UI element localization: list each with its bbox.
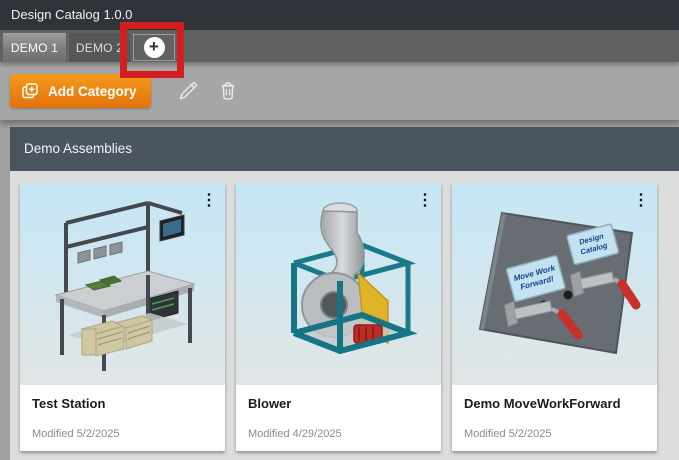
panel-header: Demo Assemblies	[10, 127, 679, 171]
kebab-menu-icon[interactable]: ⋮	[631, 187, 651, 213]
card-info: Blower Modified 4/29/2025	[236, 385, 441, 440]
tab-demo-2[interactable]: DEMO 2	[68, 33, 130, 62]
title-bar: Design Catalog 1.0.0	[0, 0, 679, 30]
category-toolbar: Add Category	[0, 62, 679, 120]
moveworkforward-thumbnail: Move Work Forward! Design Catalog	[452, 183, 657, 385]
card-title: Blower	[248, 396, 429, 411]
blower-thumbnail	[236, 183, 441, 385]
card-modified-date: Modified 5/2/2025	[32, 428, 213, 440]
demo-assemblies-panel: Demo Assemblies	[10, 127, 679, 460]
card-modified-date: Modified 5/2/2025	[464, 428, 645, 440]
add-category-plus-icon	[20, 81, 40, 101]
add-category-label: Add Category	[48, 84, 137, 99]
card-thumbnail-area: Move Work Forward! Design Catalog	[452, 183, 657, 385]
card-blower[interactable]: ⋮ Blower Modified 4/29/2025	[236, 183, 441, 451]
card-thumbnail-area: ⋮	[20, 183, 225, 385]
add-tab-button[interactable]: +	[133, 34, 175, 61]
tab-strip: DEMO 1 DEMO 2 +	[0, 30, 679, 62]
card-title: Test Station	[32, 396, 213, 411]
tab-demo-1-label: DEMO 1	[11, 41, 58, 55]
panel-header-label: Demo Assemblies	[24, 141, 132, 156]
tab-demo-1[interactable]: DEMO 1	[3, 33, 66, 62]
card-test-station[interactable]: ⋮ Test Station Modified 5/2/2025	[20, 183, 225, 451]
card-info: Demo MoveWorkForward Modified 5/2/2025	[452, 385, 657, 440]
window-title: Design Catalog 1.0.0	[11, 7, 132, 22]
card-demo-moveworkforward[interactable]: Move Work Forward! Design Catalog	[452, 183, 657, 451]
kebab-menu-icon[interactable]: ⋮	[415, 187, 435, 213]
panel-body: ⋮ Test Station Modified 5/2/2025	[10, 171, 679, 460]
tab-demo-2-label: DEMO 2	[76, 41, 123, 55]
test-station-thumbnail	[20, 183, 225, 385]
card-thumbnail-area: ⋮	[236, 183, 441, 385]
delete-trash-icon[interactable]	[215, 78, 241, 104]
plus-icon: +	[144, 37, 165, 58]
kebab-menu-icon[interactable]: ⋮	[199, 187, 219, 213]
card-title: Demo MoveWorkForward	[464, 396, 645, 411]
add-category-button[interactable]: Add Category	[10, 74, 151, 108]
edit-pencil-icon[interactable]	[175, 78, 201, 104]
card-info: Test Station Modified 5/2/2025	[20, 385, 225, 440]
card-modified-date: Modified 4/29/2025	[248, 428, 429, 440]
